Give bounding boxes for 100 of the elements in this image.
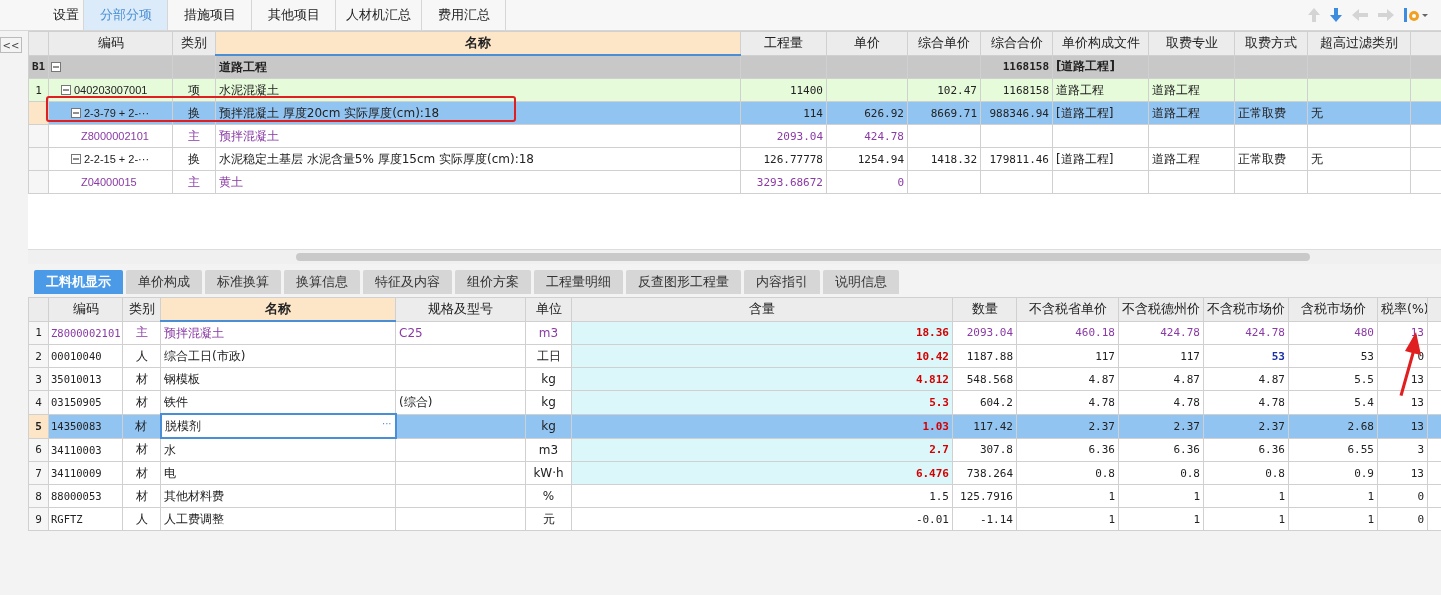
table-cell: 1 <box>1288 484 1378 508</box>
column-header[interactable]: 取费方式 <box>1234 31 1308 55</box>
row-number: 8 <box>28 484 49 508</box>
column-header[interactable]: 编码 <box>48 31 173 55</box>
table-cell: 钢模板 <box>160 367 396 391</box>
settings-icon[interactable] <box>1403 6 1429 24</box>
collapse-icon[interactable] <box>71 154 81 164</box>
table-cell: 1 <box>1118 507 1204 531</box>
table-cell: 水 <box>160 438 396 462</box>
table-cell: 3 <box>1377 438 1428 462</box>
table-cell: 4.812 <box>571 367 953 391</box>
table-cell: 126.77778 <box>740 147 827 171</box>
tab[interactable]: 特征及内容 <box>363 270 452 294</box>
collapse-icon[interactable] <box>71 108 81 118</box>
table-cell: (综合) <box>395 390 526 414</box>
code-text: 2-3-79 + 2-··· <box>84 107 150 119</box>
column-header[interactable]: 单价 <box>826 31 908 55</box>
table-cell: 1 <box>1288 507 1378 531</box>
table-cell: 0.8 <box>1118 461 1204 485</box>
table-cell: 3293.68672 <box>740 170 827 194</box>
column-header[interactable]: 含量 <box>571 297 953 321</box>
collapse-icon[interactable] <box>61 85 71 95</box>
table-cell: m3 <box>525 438 572 462</box>
table-cell: 0.9 <box>1288 461 1378 485</box>
table-cell: 2093.04 <box>952 321 1017 345</box>
table-cell: 125.7916 <box>952 484 1017 508</box>
column-header[interactable]: 综合单价 <box>907 31 981 55</box>
name-field[interactable]: 脱模剂 ··· <box>160 414 396 438</box>
table-cell: 0.8 <box>1203 461 1289 485</box>
table-cell: 材 <box>122 461 161 485</box>
row-number: 2 <box>28 344 49 368</box>
table-cell: 35010013 <box>48 367 123 391</box>
row-number: 1 <box>28 78 49 102</box>
table-cell: 主 <box>172 170 216 194</box>
tab[interactable]: 反查图形工程量 <box>626 270 741 294</box>
table-cell: 人 <box>122 344 161 368</box>
tab[interactable]: 说明信息 <box>823 270 899 294</box>
table-cell: 工日 <box>525 344 572 368</box>
table-cell: 1.03 <box>571 414 953 438</box>
horizontal-scrollbar[interactable] <box>28 249 1441 264</box>
table-cell: 预拌混凝土 <box>215 124 741 148</box>
table-cell: % <box>525 484 572 508</box>
table-cell: 18.36 <box>571 321 953 345</box>
row-number: 5 <box>28 414 49 438</box>
column-header[interactable]: 不含税市场价 <box>1203 297 1289 321</box>
column-header[interactable]: 工程量 <box>740 31 827 55</box>
column-header[interactable]: 规格及型号 <box>395 297 526 321</box>
table-cell: 13 <box>1377 461 1428 485</box>
column-header[interactable]: 数量 <box>952 297 1017 321</box>
table-cell: 0 <box>1377 484 1428 508</box>
tab[interactable]: 内容指引 <box>744 270 820 294</box>
table-cell: 34110009 <box>48 461 123 485</box>
column-header[interactable]: 类别 <box>172 31 216 55</box>
table-cell: 主 <box>122 321 161 345</box>
table-cell: [道路工程] <box>1052 55 1149 79</box>
down-arrow-icon[interactable] <box>1329 7 1343 23</box>
tab[interactable]: 单价构成 <box>126 270 202 294</box>
column-header[interactable]: 单价构成文件 <box>1052 31 1149 55</box>
table-cell: 738.264 <box>952 461 1017 485</box>
code-text: Z8000002101 <box>81 130 149 142</box>
tab[interactable]: 换算信息 <box>284 270 360 294</box>
column-header[interactable]: 不含税德州价 <box>1118 297 1204 321</box>
table-cell: 548.568 <box>952 367 1017 391</box>
table-cell: 2093.04 <box>740 124 827 148</box>
table-cell: 179811.46 <box>980 147 1053 171</box>
table-cell: 424.78 <box>1203 321 1289 345</box>
tab[interactable]: 组价方案 <box>455 270 531 294</box>
column-header[interactable]: 类别 <box>122 297 161 321</box>
table-cell: 2.68 <box>1288 414 1378 438</box>
collapse-icon[interactable] <box>51 61 61 72</box>
table-cell: 无 <box>1307 147 1411 171</box>
tab[interactable]: 标准换算 <box>205 270 281 294</box>
table-cell: 1 <box>1016 507 1119 531</box>
table-cell: 6.36 <box>1118 438 1204 462</box>
column-header[interactable]: 名称 <box>160 297 396 321</box>
table-cell: C25 <box>395 321 526 345</box>
more-button[interactable]: ··· <box>381 417 392 435</box>
table-cell: 5.4 <box>1288 390 1378 414</box>
table-cell: -1.14 <box>952 507 1017 531</box>
column-header[interactable]: 不含税省单价 <box>1016 297 1119 321</box>
table-cell: 10.42 <box>571 344 953 368</box>
column-header[interactable]: 单位 <box>525 297 572 321</box>
column-header[interactable]: 含税市场价 <box>1288 297 1378 321</box>
collapse-button[interactable]: << <box>0 37 22 53</box>
table-cell: kg <box>525 367 572 391</box>
column-header[interactable]: 名称 <box>215 31 741 55</box>
table-cell: kg <box>525 390 572 414</box>
column-header[interactable]: 取费专业 <box>1148 31 1235 55</box>
column-header[interactable]: 超高过滤类别 <box>1307 31 1411 55</box>
table-cell: 53 <box>1203 344 1289 368</box>
column-header[interactable]: 编码 <box>48 297 123 321</box>
table-cell: 1418.32 <box>907 147 981 171</box>
table-cell: 1 <box>1203 484 1289 508</box>
tab[interactable]: 工程量明细 <box>534 270 623 294</box>
table-cell: 正常取费 <box>1234 147 1308 171</box>
table-cell: 材 <box>122 367 161 391</box>
table-cell: 1 <box>1118 484 1204 508</box>
table-cell: 4.78 <box>1203 390 1289 414</box>
column-header[interactable]: 综合合价 <box>980 31 1053 55</box>
row-number: 1 <box>28 321 49 345</box>
